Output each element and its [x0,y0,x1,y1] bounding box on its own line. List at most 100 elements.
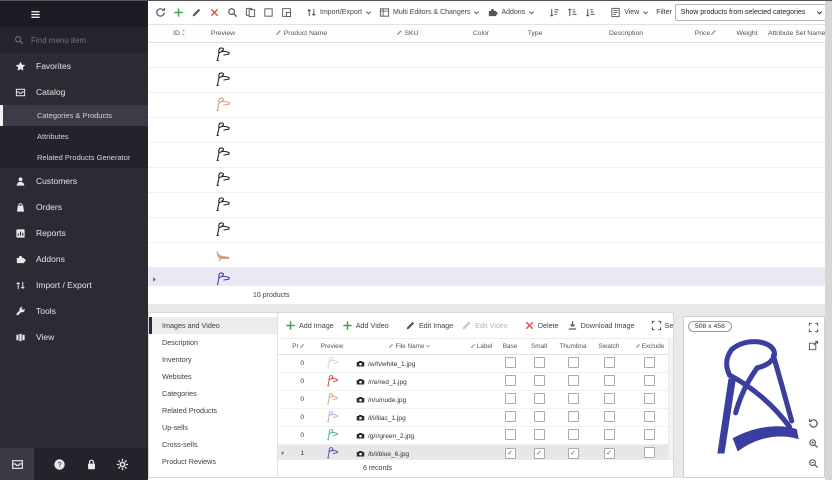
row-expander-icon[interactable] [280,451,286,458]
small-checkbox[interactable] [534,375,545,386]
base-checkbox[interactable] [505,393,516,404]
tab-websites[interactable]: Websites [149,368,277,385]
image-row[interactable]: 0/g/r/green_2.jpg [278,427,673,445]
gear-icon[interactable] [116,458,129,471]
menu-multi-editors-changers[interactable]: Multi Editors & Changers [377,6,482,19]
column-header-file-name[interactable]: File Name [354,339,466,355]
product-row[interactable] [148,268,825,286]
tab-images-and-video[interactable]: Images and Video [149,317,277,334]
sidebar-item-customers[interactable]: Customers [0,168,148,194]
menu-view[interactable]: View [608,6,651,19]
move-up-button[interactable] [565,6,580,19]
swatch-checkbox[interactable]: ✓ [604,448,615,459]
base-checkbox[interactable] [505,375,516,386]
tab-inventory[interactable]: Inventory [149,351,277,368]
column-header-swatch[interactable]: Swatch [592,339,626,355]
column-header-small[interactable]: Small [524,339,554,355]
small-checkbox[interactable]: ✓ [534,448,545,459]
exclude-checkbox[interactable] [644,393,655,404]
product-row[interactable] [148,93,825,118]
thumbnail-checkbox[interactable] [568,393,579,404]
download-image-button[interactable]: Download Image [565,319,637,332]
copy-button[interactable] [243,6,258,19]
sidebar-item-favorites[interactable]: Favorites [0,53,148,79]
exclude-checkbox[interactable] [644,411,655,422]
sidebar-item-attributes[interactable]: Attributes [0,126,148,147]
column-header-weight[interactable]: Weight [728,25,766,43]
menu-icon[interactable] [30,9,41,20]
column-header-color[interactable]: Color [458,25,504,43]
image-row[interactable]: 0/r/e/red_1.jpg [278,373,673,391]
zoom-out-icon[interactable] [808,458,819,469]
sidebar-search[interactable]: Find menu item [0,27,148,53]
sidebar-item-categories-products[interactable]: Categories & Products [0,105,148,126]
column-header-attribute-set-name[interactable]: Attribute Set Name [766,25,825,43]
add-video-button[interactable]: Add Video [340,319,391,332]
column-header-product-name[interactable]: Product Name [246,25,356,43]
image-row[interactable]: 0/n/u/nude.jpg [278,391,673,409]
zoom-in-icon[interactable] [808,438,819,449]
base-checkbox[interactable]: ✓ [505,448,516,459]
product-row[interactable] [148,68,825,93]
base-checkbox[interactable] [505,411,516,422]
refresh-button[interactable] [153,6,168,19]
menu-import-export[interactable]: Import/Export [304,6,374,19]
sidebar-item-view[interactable]: View [0,324,148,350]
column-header-type[interactable]: Type [504,25,566,43]
thumbnail-checkbox[interactable] [568,375,579,386]
product-row[interactable] [148,43,825,68]
add-button[interactable] [171,6,186,19]
column-header-description[interactable]: Description [566,25,686,43]
sidebar-item-catalog[interactable]: Catalog [0,79,148,105]
tab-related-products[interactable]: Related Products [149,402,277,419]
column-header-base[interactable]: Base [496,339,524,355]
column-header-preview[interactable]: Preview [200,25,246,43]
search-button[interactable] [225,6,240,19]
swatch-checkbox[interactable] [604,393,615,404]
small-checkbox[interactable] [534,411,545,422]
swatch-checkbox[interactable] [604,429,615,440]
thumbnail-checkbox[interactable] [568,357,579,368]
column-header-pr[interactable]: Pr [288,339,310,355]
tab-up-sells[interactable]: Up-sells [149,419,277,436]
column-header-preview[interactable]: Preview [310,339,354,355]
small-checkbox[interactable] [534,393,545,404]
base-checkbox[interactable] [505,357,516,368]
tab-product-reviews[interactable]: Product Reviews [149,453,277,470]
sidebar-item-related-products-generator[interactable]: Related Products Generator [0,147,148,168]
column-header-exclude[interactable]: Exclude [626,339,673,355]
small-checkbox[interactable] [534,429,545,440]
row-expander-icon[interactable] [151,278,158,285]
sidebar-item-import-export[interactable]: Import / Export [0,272,148,298]
exclude-checkbox[interactable] [644,375,655,386]
product-row[interactable] [148,143,825,168]
image-row[interactable]: 0/w/h/white_1.jpg [278,355,673,373]
help-icon[interactable]: ? [53,458,66,471]
product-row[interactable] [148,218,825,243]
exclude-checkbox[interactable] [644,357,655,368]
column-header-price[interactable]: Price [686,25,728,43]
image-table-scrollbar[interactable] [668,338,673,460]
product-row[interactable] [148,168,825,193]
lock-icon[interactable] [85,458,98,471]
sidebar-item-orders[interactable]: Orders [0,194,148,220]
base-checkbox[interactable] [505,429,516,440]
edit-button[interactable] [189,6,204,19]
swatch-checkbox[interactable] [604,411,615,422]
sidebar-item-reports[interactable]: Reports [0,220,148,246]
product-row[interactable] [148,118,825,143]
fullscreen-icon[interactable] [808,322,819,333]
set-resize-rule-button[interactable]: Set Resize Rule [649,319,673,332]
select-button[interactable] [261,6,276,19]
sidebar-item-tools[interactable]: Tools [0,298,148,324]
clone-button[interactable] [279,6,294,19]
filter-select[interactable]: Show products from selected categories [675,4,829,21]
tab-description[interactable]: Description [149,334,277,351]
product-row[interactable] [148,193,825,218]
exclude-checkbox[interactable] [644,429,655,440]
swatch-checkbox[interactable] [604,357,615,368]
edit-image-button[interactable]: Edit Image [403,319,455,332]
thumbnail-checkbox[interactable]: ✓ [568,448,579,459]
archive-icon[interactable] [0,448,34,480]
delete-button[interactable] [207,6,222,19]
